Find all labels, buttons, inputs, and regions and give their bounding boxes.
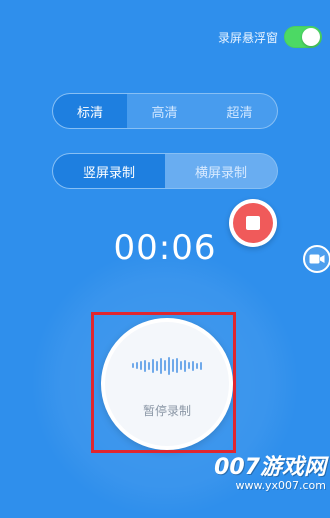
watermark-url: www.yx007.com — [235, 479, 326, 492]
video-camera-icon[interactable] — [303, 245, 330, 273]
floating-window-label: 录屏悬浮窗 — [217, 30, 278, 45]
floating-window-setting: 录屏悬浮窗 — [218, 26, 322, 48]
watermark-logo: 007游戏网 — [214, 455, 326, 480]
recording-timer: 00:06 — [113, 228, 217, 268]
quality-selector: 标清 高清 超清 — [52, 93, 278, 129]
floating-window-toggle[interactable] — [284, 26, 322, 48]
quality-option-hd[interactable]: 高清 — [127, 94, 202, 128]
orientation-option-landscape[interactable]: 横屏录制 — [165, 154, 277, 188]
highlight-box — [91, 312, 236, 453]
orientation-selector: 竖屏录制 横屏录制 — [52, 153, 278, 189]
watermark: 007游戏网 www.yx007.com — [214, 455, 326, 493]
toggle-knob — [302, 28, 320, 46]
quality-option-sd[interactable]: 标清 — [53, 94, 127, 128]
orientation-option-portrait[interactable]: 竖屏录制 — [53, 154, 165, 188]
quality-option-uhd[interactable]: 超清 — [202, 94, 277, 128]
